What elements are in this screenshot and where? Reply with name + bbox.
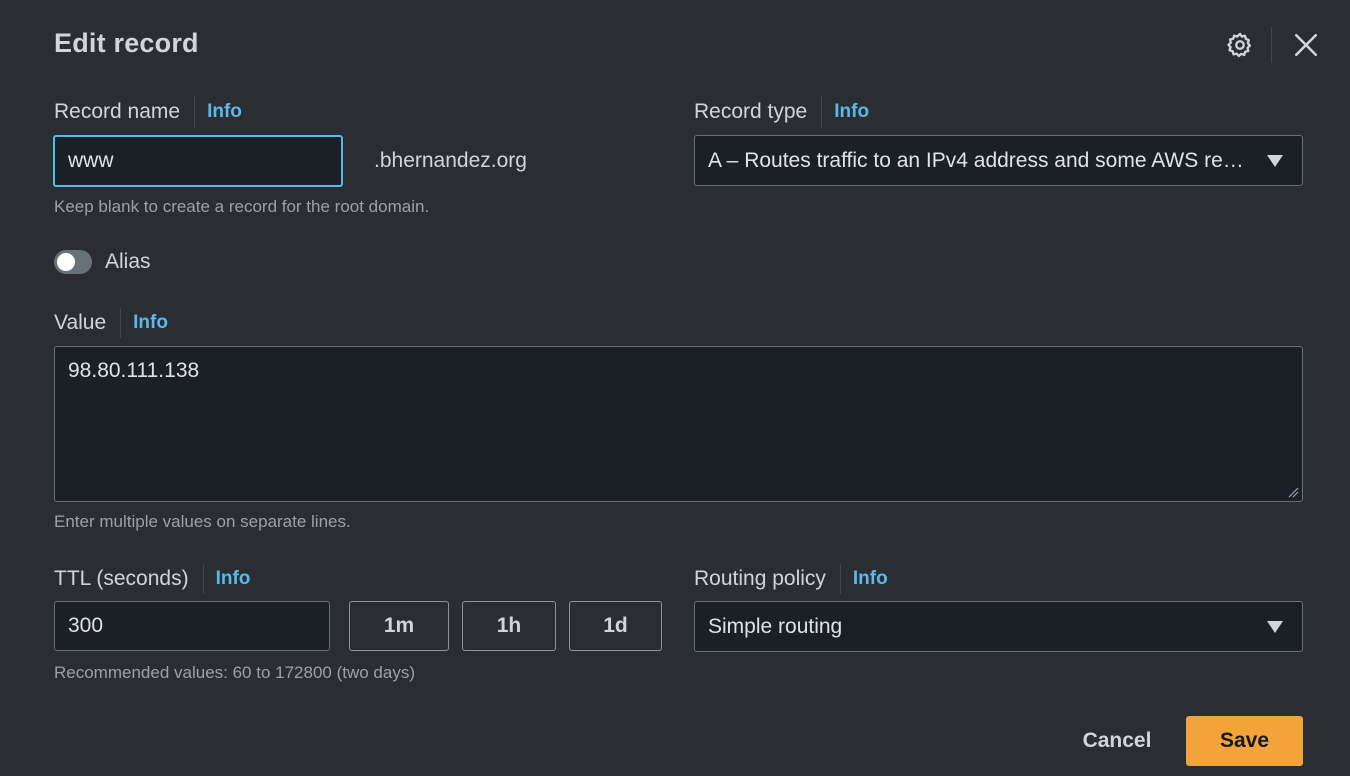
record-type-select[interactable]: A – Routes traffic to an IPv4 address an…	[694, 135, 1303, 186]
ttl-info-link[interactable]: Info	[216, 568, 251, 590]
value-textarea[interactable]: 98.80.111.138	[54, 346, 1303, 502]
ttl-1h-button[interactable]: 1h	[462, 601, 556, 651]
label-divider	[839, 564, 841, 594]
value-info-link[interactable]: Info	[133, 312, 168, 334]
label-divider	[821, 97, 823, 127]
routing-policy-info-link[interactable]: Info	[853, 568, 888, 590]
label-divider	[202, 564, 204, 594]
caret-down-icon	[1267, 154, 1283, 167]
alias-toggle[interactable]	[54, 250, 92, 274]
routing-policy-select[interactable]: Simple routing	[694, 601, 1303, 652]
header-divider	[1271, 27, 1272, 63]
toggle-knob	[57, 253, 75, 271]
record-type-selected-value: A – Routes traffic to an IPv4 address an…	[708, 148, 1267, 172]
cancel-button[interactable]: Cancel	[1070, 716, 1164, 766]
record-name-input[interactable]: www	[53, 135, 343, 187]
label-divider	[194, 97, 196, 127]
ttl-1m-button[interactable]: 1m	[349, 601, 449, 651]
routing-policy-label: Routing policy	[694, 567, 826, 590]
dialog-title: Edit record	[54, 28, 199, 58]
alias-label: Alias	[105, 250, 151, 273]
record-type-info-link[interactable]: Info	[834, 101, 869, 123]
save-button[interactable]: Save	[1186, 716, 1303, 766]
settings-button[interactable]	[1223, 28, 1257, 62]
ttl-label-row: TTL (seconds) Info	[54, 564, 250, 594]
close-icon	[1294, 33, 1318, 57]
record-name-label-row: Record name Info	[54, 97, 242, 127]
edit-record-dialog: Edit record Record name Info www .bherna…	[0, 0, 1350, 776]
record-name-label: Record name	[54, 100, 181, 123]
domain-suffix: .bhernandez.org	[374, 149, 527, 172]
value-label: Value	[54, 311, 107, 334]
routing-policy-label-row: Routing policy Info	[694, 564, 888, 594]
ttl-hint: Recommended values: 60 to 172800 (two da…	[54, 663, 415, 682]
resize-handle-icon[interactable]	[1287, 486, 1299, 498]
record-name-hint: Keep blank to create a record for the ro…	[54, 197, 430, 216]
ttl-label: TTL (seconds)	[54, 567, 189, 590]
gear-icon	[1227, 32, 1252, 58]
routing-policy-selected-value: Simple routing	[708, 614, 843, 638]
ttl-1d-button[interactable]: 1d	[569, 601, 662, 651]
close-button[interactable]	[1290, 29, 1322, 61]
record-type-label: Record type	[694, 100, 808, 123]
value-label-row: Value Info	[54, 308, 168, 338]
caret-down-icon	[1267, 620, 1283, 633]
header-actions	[1223, 26, 1322, 64]
record-type-label-row: Record type Info	[694, 97, 869, 127]
ttl-input[interactable]: 300	[54, 601, 330, 651]
value-text: 98.80.111.138	[68, 359, 200, 382]
record-name-info-link[interactable]: Info	[207, 101, 242, 123]
label-divider	[120, 308, 122, 338]
value-hint: Enter multiple values on separate lines.	[54, 512, 351, 531]
